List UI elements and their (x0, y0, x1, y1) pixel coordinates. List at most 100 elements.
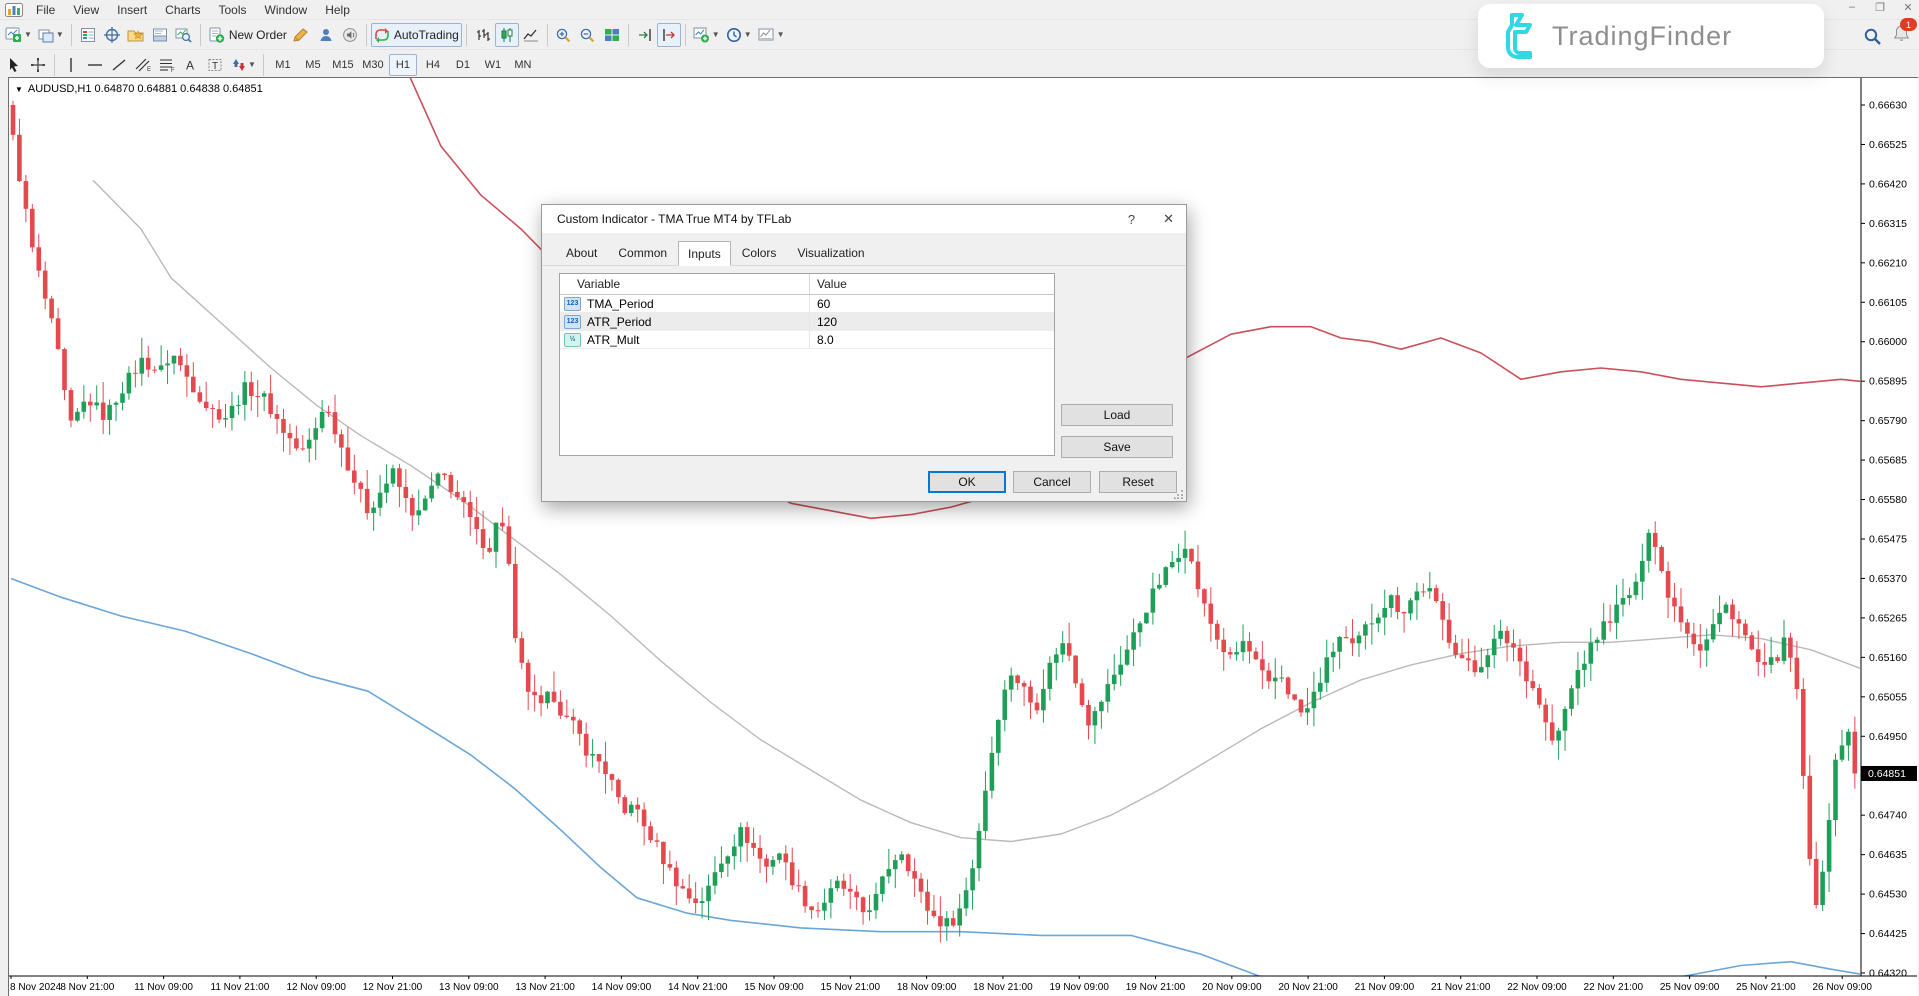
new-chart-button[interactable]: ▼ (2, 23, 35, 47)
tab-about[interactable]: About (556, 242, 607, 265)
timeframe-m30-button[interactable]: M30 (359, 54, 387, 76)
periods-icon (726, 27, 742, 43)
templates-button[interactable]: ▼ (755, 23, 788, 47)
tab-inputs[interactable]: Inputs (678, 241, 731, 266)
crosshair-button[interactable] (26, 53, 50, 77)
equidistant-channel-button[interactable]: E (131, 53, 155, 77)
text-button[interactable]: A (179, 53, 203, 77)
metaeditor-button[interactable] (290, 23, 314, 47)
menu-item-window[interactable]: Window (256, 2, 317, 18)
autotrading-button[interactable]: AutoTrading (371, 23, 462, 47)
text-label-button[interactable]: T (203, 53, 227, 77)
new-order-button[interactable]: New Order (205, 23, 290, 47)
navigator-icon (127, 27, 144, 43)
menu-item-view[interactable]: View (64, 2, 108, 18)
trendline-icon (111, 57, 127, 73)
variable-value[interactable]: 8.0 (810, 333, 1054, 347)
dialog-title-bar[interactable]: Custom Indicator - TMA True MT4 by TFLab… (542, 205, 1186, 233)
one-click-trading-arrow-icon[interactable]: ▼ (15, 85, 23, 94)
chevron-down-icon: ▼ (248, 60, 256, 69)
community-button[interactable] (314, 23, 338, 47)
periods-button[interactable]: ▼ (723, 23, 755, 47)
cancel-button[interactable]: Cancel (1013, 471, 1091, 493)
equidistant-channel-icon: E (135, 57, 152, 73)
bar-chart-button[interactable] (471, 23, 495, 47)
candlestick-chart-button[interactable] (495, 23, 519, 47)
timeframe-d1-button[interactable]: D1 (449, 54, 477, 76)
svg-text:12 Nov 09:00: 12 Nov 09:00 (286, 982, 346, 993)
timeframe-m15-button[interactable]: M15 (329, 54, 357, 76)
svg-text:0.65160: 0.65160 (1869, 652, 1907, 664)
window-restore-button[interactable]: ❐ (1873, 1, 1887, 14)
svg-text:13 Nov 09:00: 13 Nov 09:00 (439, 982, 499, 993)
vertical-line-button[interactable] (59, 53, 83, 77)
zoom-out-icon (579, 27, 596, 43)
reset-button[interactable]: Reset (1099, 471, 1177, 493)
ok-button[interactable]: OK (928, 471, 1006, 493)
dialog-help-button[interactable]: ? (1128, 212, 1135, 227)
indicator-dialog[interactable]: Custom Indicator - TMA True MT4 by TFLab… (541, 204, 1187, 502)
line-chart-button[interactable] (519, 23, 543, 47)
window-close-button[interactable]: ✕ (1901, 1, 1915, 14)
horizontal-line-button[interactable] (83, 53, 107, 77)
trendline-button[interactable] (107, 53, 131, 77)
notifications-button[interactable]: 1 (1892, 24, 1911, 48)
timeframe-m1-button[interactable]: M1 (269, 54, 297, 76)
strategy-tester-button[interactable] (172, 23, 196, 47)
menu-item-file[interactable]: File (27, 2, 64, 18)
tab-visualization[interactable]: Visualization (787, 242, 874, 265)
timeframe-mn-button[interactable]: MN (509, 54, 537, 76)
svg-text:0.65475: 0.65475 (1869, 534, 1907, 546)
tradingfinder-watermark: TradingFinder (1478, 4, 1824, 68)
arrow-objects-icon (230, 57, 246, 73)
market-watch-button[interactable] (76, 23, 100, 47)
fibonacci-button[interactable]: F (155, 53, 179, 77)
arrows-button[interactable]: ▼ (227, 53, 259, 77)
window-minimize-button[interactable]: – (1845, 1, 1859, 14)
navigator-button[interactable] (124, 23, 148, 47)
profiles-button[interactable]: ▼ (35, 23, 67, 47)
inputs-table[interactable]: Variable Value 123TMA_Period60123ATR_Per… (559, 273, 1055, 456)
menu-item-insert[interactable]: Insert (108, 2, 156, 18)
input-row-atr_period[interactable]: 123ATR_Period120 (560, 313, 1054, 331)
variable-column-header: Variable (560, 274, 810, 294)
timeframe-w1-button[interactable]: W1 (479, 54, 507, 76)
dialog-resize-grip[interactable] (1174, 489, 1184, 499)
auto-scroll-button[interactable] (633, 23, 657, 47)
svg-text:8 Nov 21:00: 8 Nov 21:00 (60, 982, 114, 993)
terminal-button[interactable] (148, 23, 172, 47)
menu-item-tools[interactable]: Tools (210, 2, 256, 18)
cursor-button[interactable] (2, 53, 26, 77)
market-watch-icon (80, 27, 96, 43)
svg-text:0.66210: 0.66210 (1869, 257, 1907, 269)
menu-item-help[interactable]: Help (316, 2, 359, 18)
dialog-close-button[interactable]: ✕ (1163, 211, 1174, 227)
chart-shift-button[interactable] (657, 23, 681, 47)
svg-text:0.64530: 0.64530 (1869, 889, 1907, 901)
tile-windows-button[interactable] (600, 23, 624, 47)
svg-text:26 Nov 09:00: 26 Nov 09:00 (1812, 982, 1872, 993)
save-button[interactable]: Save (1061, 436, 1173, 458)
input-row-atr_mult[interactable]: ½ATR_Mult8.0 (560, 331, 1054, 349)
timeframe-h1-button[interactable]: H1 (389, 54, 417, 76)
zoom-in-button[interactable] (552, 23, 576, 47)
search-icon[interactable] (1863, 27, 1882, 46)
new-order-icon (208, 27, 225, 43)
dialog-tabstrip: AboutCommonInputsColorsVisualization (542, 233, 1186, 266)
vertical-line-icon (64, 57, 78, 73)
indicators-button[interactable]: ▼ (690, 23, 723, 47)
variable-value[interactable]: 60 (810, 297, 1054, 311)
sounds-button[interactable] (338, 23, 362, 47)
tab-common[interactable]: Common (608, 242, 677, 265)
menu-item-charts[interactable]: Charts (156, 2, 209, 18)
zoom-out-button[interactable] (576, 23, 600, 47)
tab-colors[interactable]: Colors (732, 242, 787, 265)
timeframe-h4-button[interactable]: H4 (419, 54, 447, 76)
terminal-icon (152, 27, 168, 43)
timeframe-m5-button[interactable]: M5 (299, 54, 327, 76)
load-button[interactable]: Load (1061, 404, 1173, 426)
input-row-tma_period[interactable]: 123TMA_Period60 (560, 295, 1054, 313)
data-window-button[interactable] (100, 23, 124, 47)
chevron-down-icon: ▼ (744, 30, 752, 39)
variable-value[interactable]: 120 (810, 315, 1054, 329)
